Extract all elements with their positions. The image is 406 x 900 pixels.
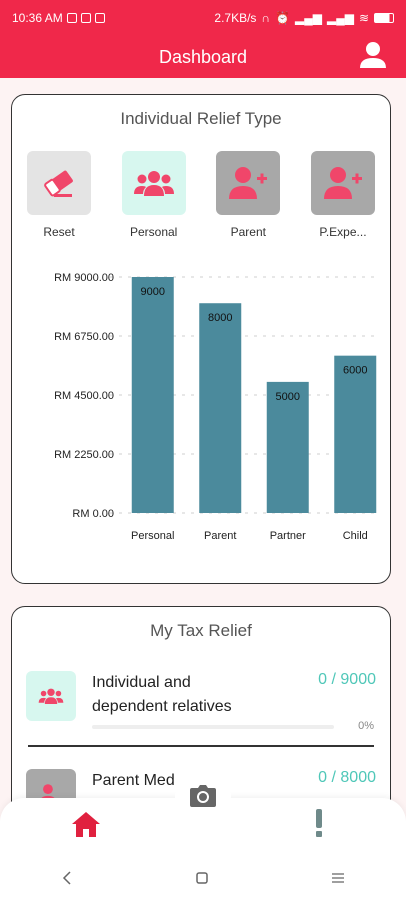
tax-item-value: 0 / 9000 bbox=[318, 671, 376, 688]
chart-data-label: 5000 bbox=[276, 391, 300, 403]
person-add-icon bbox=[229, 167, 268, 199]
tax-item-icon-box bbox=[26, 671, 76, 721]
relief-type-card: Individual Relief Type Reset Personal Pa… bbox=[11, 94, 391, 584]
status-bar: 10:36 AM 2.7KB/s ∩ ⏰ ▂▄▆ ▂▄▆ ≋ bbox=[0, 0, 406, 36]
relief-label: Personal bbox=[129, 225, 178, 239]
card-title: My Tax Relief bbox=[150, 621, 252, 640]
camera-icon bbox=[190, 785, 216, 807]
relief-type-row: Reset Personal Parent P.Expe... bbox=[27, 151, 375, 239]
chart-y-tick-label: RM 2250.00 bbox=[54, 449, 114, 461]
divider bbox=[28, 745, 374, 747]
profile-icon[interactable] bbox=[358, 40, 388, 70]
chart-bar bbox=[199, 303, 242, 513]
person-add-icon bbox=[323, 167, 362, 199]
notification-icon bbox=[94, 13, 105, 23]
group-icon bbox=[38, 688, 64, 705]
notification-icon bbox=[80, 13, 91, 23]
tax-progress-bar bbox=[92, 725, 334, 729]
relief-label: Reset bbox=[43, 225, 75, 239]
notification-icon bbox=[66, 13, 77, 23]
back-icon[interactable] bbox=[61, 871, 73, 885]
system-nav-bar bbox=[0, 856, 406, 900]
signal-icon: ▂▄▆ bbox=[295, 11, 322, 25]
alarm-icon: ⏰ bbox=[275, 11, 290, 25]
menu-icon[interactable] bbox=[331, 872, 345, 884]
status-time: 10:36 AM bbox=[12, 11, 63, 25]
page-title: Dashboard bbox=[158, 46, 248, 67]
headphone-icon: ∩ bbox=[261, 11, 271, 25]
battery-icon bbox=[374, 13, 394, 23]
alert-icon[interactable] bbox=[312, 808, 326, 838]
tax-relief-item[interactable]: Individual and dependent relatives 0 / 9… bbox=[26, 671, 376, 721]
chart-x-tick-label: Parent bbox=[204, 530, 236, 542]
wifi-icon: ≋ bbox=[358, 11, 369, 25]
chart-data-label: 6000 bbox=[343, 365, 367, 377]
chart-x-tick-label: Child bbox=[343, 530, 368, 542]
relief-type-reset[interactable]: Reset bbox=[27, 151, 91, 239]
relief-type-parent[interactable]: Parent bbox=[216, 151, 281, 239]
tax-item-label: Individual and dependent relatives bbox=[92, 671, 282, 721]
app-bar: Dashboard bbox=[0, 36, 406, 78]
chart-bar bbox=[131, 277, 174, 513]
relief-box[interactable] bbox=[121, 151, 186, 215]
chart-x-tick-label: Personal bbox=[131, 530, 174, 542]
eraser-icon bbox=[44, 170, 73, 197]
relief-box[interactable] bbox=[310, 151, 375, 215]
relief-box[interactable] bbox=[27, 151, 91, 215]
relief-box[interactable] bbox=[216, 151, 281, 215]
group-icon bbox=[133, 171, 174, 196]
relief-type-personal[interactable]: Personal bbox=[121, 151, 186, 239]
chart-y-tick-label: RM 4500.00 bbox=[54, 390, 114, 402]
network-speed: 2.7KB/s bbox=[214, 11, 257, 25]
tax-item-value: 0 / 8000 bbox=[318, 769, 376, 786]
tax-progress-percent: 0% bbox=[358, 720, 374, 732]
camera-button[interactable] bbox=[175, 773, 231, 819]
chart-y-tick-label: RM 9000.00 bbox=[54, 272, 114, 284]
relief-bar-chart: RM 0.00 RM 2250.00 RM 4500.00 RM 6750.00 RM … bbox=[54, 272, 377, 542]
chart-y-tick-label: RM 6750.00 bbox=[54, 331, 114, 343]
chart-x-tick-label: Partner bbox=[270, 530, 306, 542]
relief-label: Parent bbox=[230, 225, 266, 239]
tax-item-label-line: dependent relatives bbox=[92, 698, 232, 715]
chart-y-tick-label: RM 0.00 bbox=[72, 508, 114, 520]
home-nav-icon[interactable] bbox=[195, 871, 209, 885]
signal-icon: ▂▄▆ bbox=[326, 11, 354, 25]
home-icon[interactable] bbox=[70, 810, 102, 838]
tax-item-label-line: Individual and bbox=[92, 674, 191, 691]
relief-type-pexpense[interactable]: P.Expe... bbox=[310, 151, 375, 239]
chart-bar bbox=[334, 355, 377, 513]
relief-label: P.Expe... bbox=[319, 225, 367, 239]
chart-data-label: 9000 bbox=[141, 286, 165, 298]
card-title: Individual Relief Type bbox=[120, 109, 282, 128]
chart-data-label: 8000 bbox=[208, 312, 232, 324]
